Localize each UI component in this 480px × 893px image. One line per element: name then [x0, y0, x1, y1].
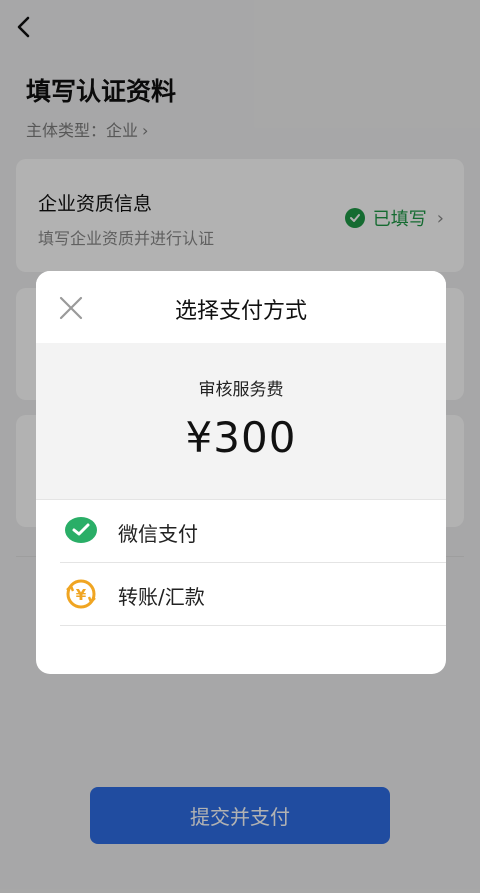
pay-option-label: 转账/汇款: [118, 585, 205, 609]
transfer-icon: ¥: [64, 577, 98, 611]
payment-method-modal: 选择支付方式 审核服务费 ¥300 微信支付 ¥ 转账/汇款: [36, 271, 446, 674]
fee-section: 审核服务费 ¥300: [36, 343, 446, 499]
wechat-icon: [64, 514, 98, 548]
divider: [60, 625, 446, 626]
svg-text:¥: ¥: [76, 586, 87, 604]
modal-header: 选择支付方式: [36, 271, 446, 343]
pay-option-transfer[interactable]: ¥ 转账/汇款: [36, 563, 446, 625]
fee-amount: ¥300: [185, 413, 297, 462]
pay-option-label: 微信支付: [118, 522, 198, 546]
modal-title: 选择支付方式: [174, 299, 307, 324]
pay-option-wechat[interactable]: 微信支付: [36, 500, 446, 562]
fee-label: 审核服务费: [198, 380, 284, 400]
